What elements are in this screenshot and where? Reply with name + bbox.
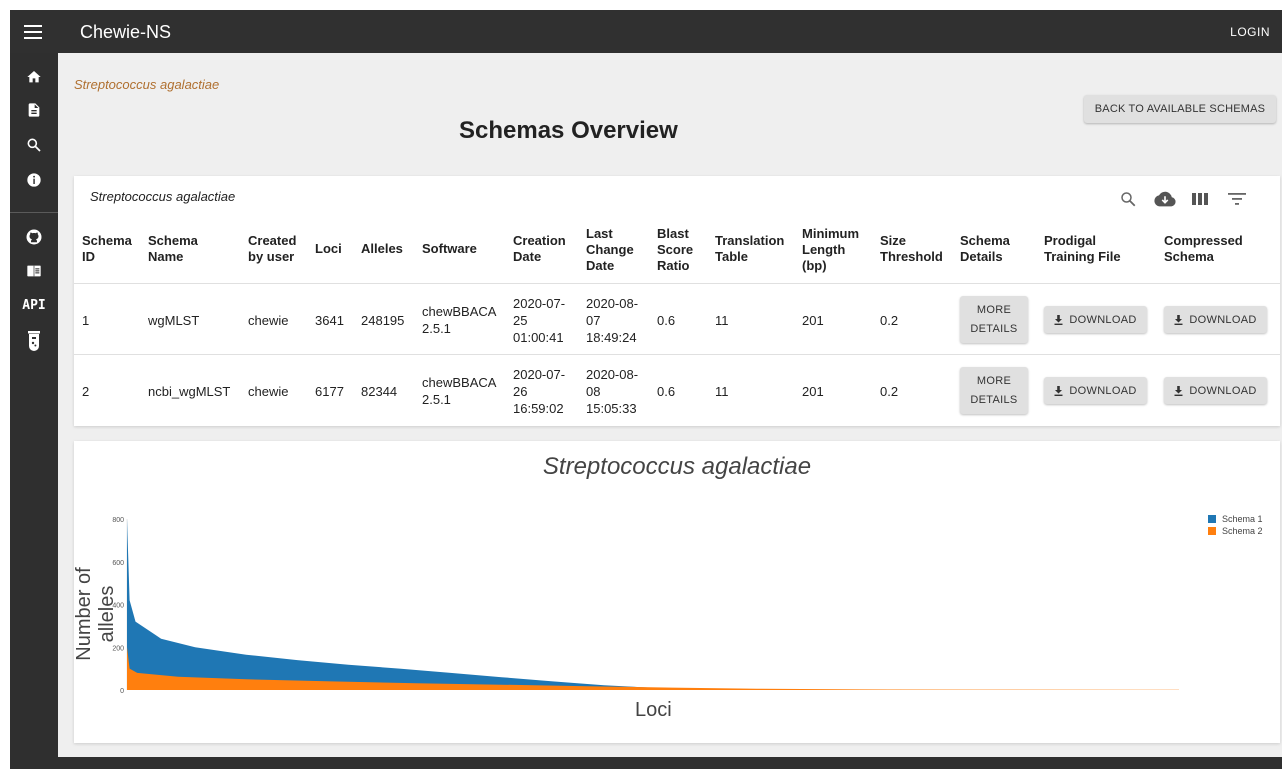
- column-header-loci[interactable]: Loci: [315, 241, 342, 257]
- download-label: DOWNLOAD: [1189, 313, 1257, 326]
- column-header-alleles[interactable]: Alleles: [361, 241, 403, 257]
- home-icon[interactable]: [22, 65, 46, 89]
- column-header-created-by[interactable]: Created by user: [248, 233, 308, 265]
- prodigal-download-button[interactable]: DOWNLOAD: [1044, 306, 1147, 333]
- column-header-size-threshold[interactable]: Size Threshold: [880, 233, 950, 265]
- column-header-last-change-date[interactable]: Last Change Date: [586, 226, 641, 274]
- cell-size-threshold: 0.2: [880, 384, 899, 399]
- legend-swatch-schema-2: [1208, 527, 1216, 535]
- legend-swatch-schema-1: [1208, 515, 1216, 523]
- legend-label-schema-1: Schema 1: [1222, 514, 1263, 524]
- cell-schema-name: ncbi_wgMLST: [148, 384, 231, 399]
- y-tick-label: 800: [112, 517, 124, 524]
- compressed-schema-download-button[interactable]: DOWNLOAD: [1164, 377, 1267, 404]
- cell-minimum-length: 201: [802, 313, 824, 328]
- login-button[interactable]: LOGIN: [1230, 25, 1270, 39]
- cell-last-change-date: 2020-08-07 18:49:24: [586, 296, 639, 345]
- footer-bar: [10, 757, 1282, 769]
- cell-schema-id: 2: [82, 384, 90, 399]
- header-divider: [74, 283, 1280, 284]
- prodigal-download-button[interactable]: DOWNLOAD: [1044, 377, 1147, 404]
- cloud-download-icon[interactable]: [1154, 188, 1176, 210]
- cell-creation-date: 2020-07-26 16:59:02: [513, 367, 566, 416]
- cell-software: chewBBACA 2.5.1: [422, 375, 496, 407]
- cell-created-by: chewie: [248, 313, 289, 328]
- sidebar: API: [10, 53, 58, 769]
- legend-label-schema-2: Schema 2: [1222, 526, 1263, 536]
- download-icon: [1174, 314, 1183, 325]
- flask-icon[interactable]: [22, 329, 46, 353]
- breadcrumb[interactable]: Streptococcus agalactiae: [74, 77, 219, 92]
- cell-alleles: 248195: [361, 313, 405, 328]
- column-header-creation-date[interactable]: Creation Date: [513, 233, 573, 265]
- cell-schema-name: wgMLST: [148, 313, 200, 328]
- cell-creation-date: 2020-07-25 01:00:41: [513, 296, 566, 345]
- y-tick-label: 600: [112, 560, 124, 567]
- column-header-blast-score-ratio[interactable]: Blast Score Ratio: [657, 226, 707, 274]
- download-icon: [1054, 385, 1063, 396]
- chart-legend: Schema 1 Schema 2: [1208, 513, 1263, 537]
- cell-loci: 3641: [315, 313, 344, 328]
- download-icon: [1174, 385, 1183, 396]
- legend-item[interactable]: Schema 2: [1208, 525, 1263, 537]
- row-divider: [74, 354, 1280, 355]
- legend-item[interactable]: Schema 1: [1208, 513, 1263, 525]
- more-details-button[interactable]: MORE DETAILS: [960, 367, 1028, 414]
- download-label: DOWNLOAD: [1069, 384, 1137, 397]
- app-frame: Chewie-NS LOGIN API Streptococcus agalac…: [10, 10, 1282, 769]
- cell-schema-id: 1: [82, 313, 90, 328]
- book-icon[interactable]: [22, 259, 46, 283]
- view-column-icon[interactable]: [1189, 188, 1211, 210]
- back-to-schemas-button[interactable]: BACK TO AVAILABLE SCHEMAS: [1084, 95, 1276, 123]
- y-tick-label: 0: [120, 688, 124, 695]
- cell-software: chewBBACA 2.5.1: [422, 304, 496, 336]
- column-header-schema-name[interactable]: Schema Name: [148, 233, 233, 265]
- api-label: API: [22, 297, 46, 313]
- app-bar: Chewie-NS LOGIN: [10, 10, 1282, 53]
- api-icon[interactable]: API: [22, 293, 46, 317]
- cell-created-by: chewie: [248, 384, 289, 399]
- cell-translation-table: 11: [715, 384, 729, 399]
- column-header-compressed-schema[interactable]: Compressed Schema: [1164, 233, 1264, 265]
- chart-plot[interactable]: 0 200 400 600 800: [74, 441, 1280, 743]
- document-icon[interactable]: [22, 98, 46, 122]
- download-icon: [1054, 314, 1063, 325]
- info-icon[interactable]: [22, 168, 46, 192]
- more-details-button[interactable]: MORE DETAILS: [960, 296, 1028, 343]
- allele-distribution-chart: Streptococcus agalactiae Number of allel…: [73, 441, 1280, 743]
- column-header-schema-id[interactable]: Schema ID: [82, 233, 137, 265]
- y-tick-label: 400: [112, 603, 124, 610]
- cell-blast-score-ratio: 0.6: [657, 384, 676, 399]
- cell-loci: 6177: [315, 384, 344, 399]
- column-header-minimum-length[interactable]: Minimum Length (bp): [802, 226, 864, 274]
- page-title: Schemas Overview: [459, 117, 678, 144]
- cell-last-change-date: 2020-08-08 15:05:33: [586, 367, 639, 416]
- download-label: DOWNLOAD: [1189, 384, 1257, 397]
- cell-minimum-length: 201: [802, 384, 824, 399]
- search-icon[interactable]: [1117, 188, 1139, 210]
- schemas-table: Streptococcus agalactiae Schema ID Schem…: [74, 176, 1280, 426]
- cell-size-threshold: 0.2: [880, 313, 899, 328]
- menu-icon[interactable]: [22, 21, 44, 43]
- cell-alleles: 82344: [361, 384, 398, 399]
- github-icon[interactable]: [22, 225, 46, 249]
- column-header-prodigal-training-file[interactable]: Prodigal Training File: [1044, 233, 1144, 265]
- app-title[interactable]: Chewie-NS: [80, 22, 171, 43]
- search-icon[interactable]: [22, 133, 46, 157]
- cell-translation-table: 11: [715, 313, 729, 328]
- table-title: Streptococcus agalactiae: [90, 189, 236, 204]
- cell-blast-score-ratio: 0.6: [657, 313, 676, 328]
- y-tick-label: 200: [112, 645, 124, 652]
- compressed-schema-download-button[interactable]: DOWNLOAD: [1164, 306, 1267, 333]
- sidebar-divider: [10, 212, 58, 213]
- column-header-software[interactable]: Software: [422, 241, 477, 257]
- filter-icon[interactable]: [1226, 188, 1248, 210]
- column-header-schema-details[interactable]: Schema Details: [960, 233, 1020, 265]
- download-label: DOWNLOAD: [1069, 313, 1137, 326]
- series-bars-schema-1[interactable]: [127, 519, 748, 690]
- column-header-translation-table[interactable]: Translation Table: [715, 233, 795, 265]
